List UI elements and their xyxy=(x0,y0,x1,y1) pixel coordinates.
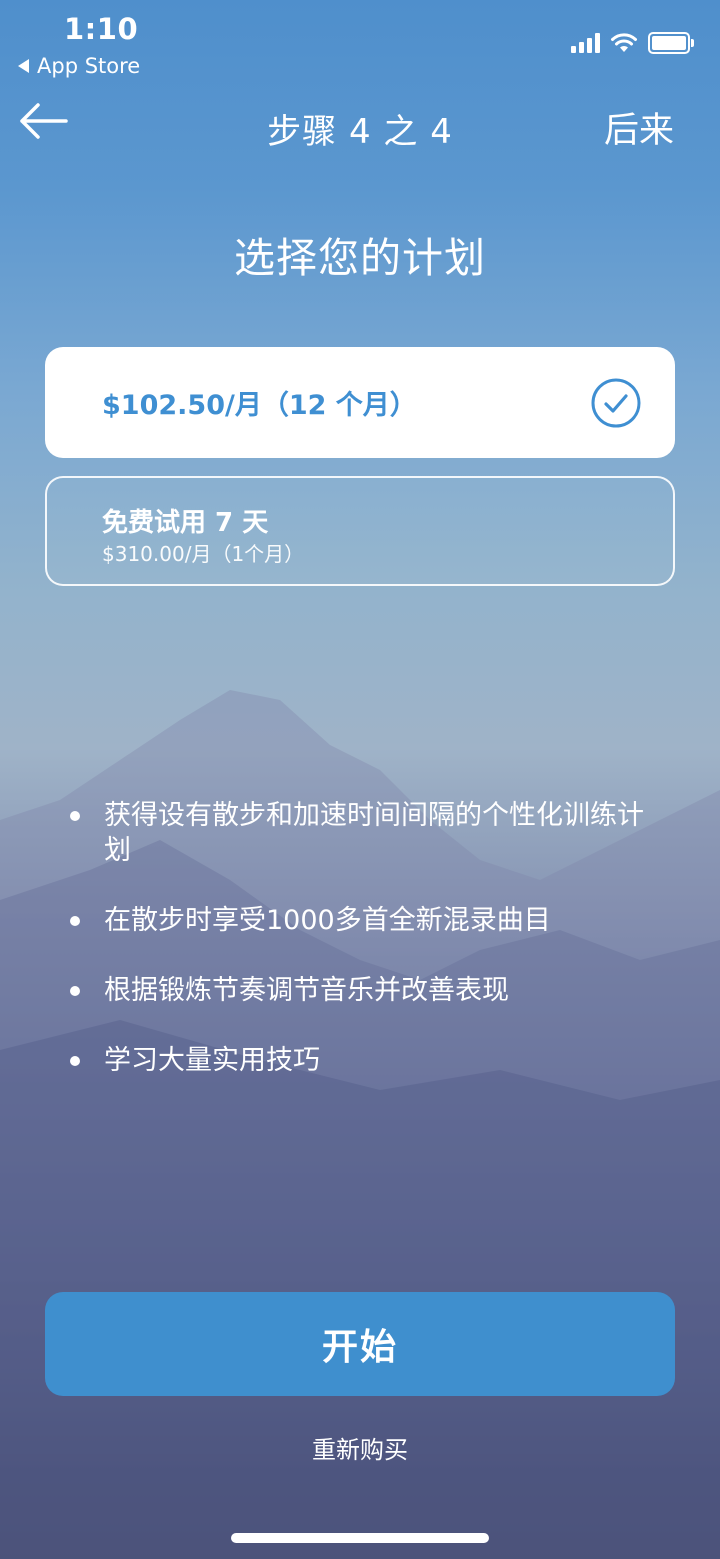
start-button[interactable]: 开始 xyxy=(45,1292,675,1396)
plan-trial-price: $310.00/月（1个月） xyxy=(102,542,305,566)
status-time: 1:10 xyxy=(64,12,139,46)
plan-option-trial[interactable]: 免费试用 7 天 $310.00/月（1个月） xyxy=(45,476,675,586)
plan-trial-title: 免费试用 7 天 xyxy=(102,508,269,538)
plan-annual-price: $102.50/月（12 个月） xyxy=(102,390,417,421)
restore-purchase-link[interactable]: 重新购买 xyxy=(0,1430,720,1465)
back-app-label: App Store xyxy=(37,54,141,78)
status-icons xyxy=(571,32,694,54)
back-triangle-icon xyxy=(18,59,29,73)
later-button[interactable]: 后来 xyxy=(604,102,674,153)
home-indicator[interactable] xyxy=(231,1533,489,1543)
page-title: 选择您的计划 xyxy=(234,234,486,282)
back-to-app-store[interactable]: App Store xyxy=(18,54,140,78)
feature-item: 学习大量实用技巧 xyxy=(68,1043,668,1078)
status-bar: 1:10 App Store xyxy=(0,0,720,90)
feature-list: 获得设有散步和加速时间间隔的个性化训练计划 在散步时享受1000多首全新混录曲目… xyxy=(68,798,668,1113)
check-circle-icon xyxy=(591,378,641,428)
signal-icon xyxy=(571,33,600,53)
plan-option-annual[interactable]: $102.50/月（12 个月） xyxy=(45,347,675,458)
wifi-icon xyxy=(611,33,637,52)
feature-item: 根据锻炼节奏调节音乐并改善表现 xyxy=(68,973,668,1008)
feature-item: 获得设有散步和加速时间间隔的个性化训练计划 xyxy=(68,798,668,868)
feature-item: 在散步时享受1000多首全新混录曲目 xyxy=(68,903,668,938)
battery-icon xyxy=(648,32,694,54)
